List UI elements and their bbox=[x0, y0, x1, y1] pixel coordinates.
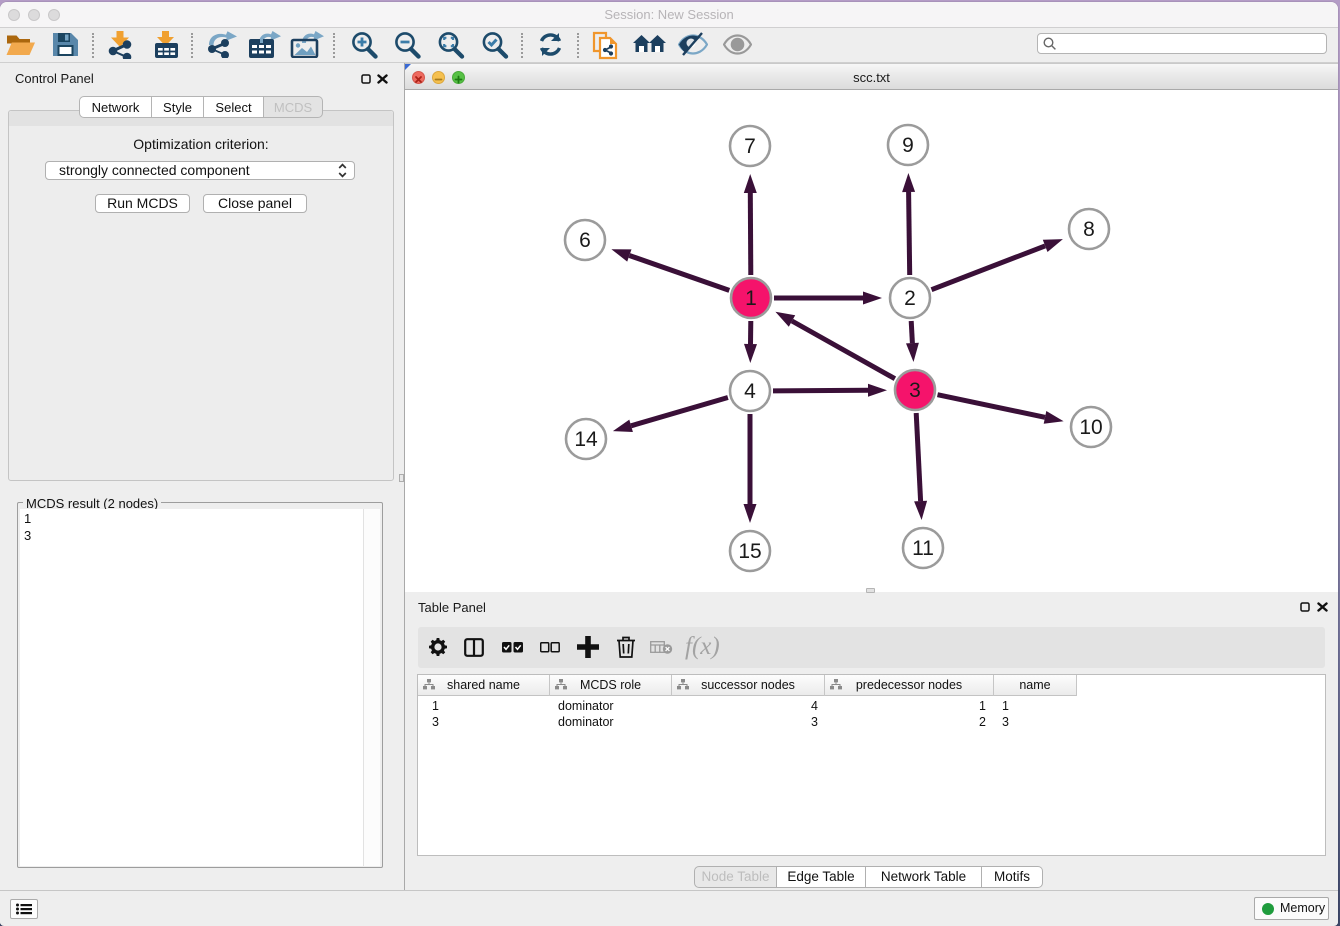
svg-text:4: 4 bbox=[744, 380, 756, 403]
svg-text:6: 6 bbox=[579, 229, 591, 252]
svg-text:2: 2 bbox=[904, 287, 916, 310]
svg-text:8: 8 bbox=[1083, 218, 1095, 241]
svg-text:7: 7 bbox=[744, 135, 756, 158]
svg-text:14: 14 bbox=[574, 428, 598, 451]
svg-text:1: 1 bbox=[745, 287, 757, 310]
svg-text:9: 9 bbox=[902, 134, 914, 157]
svg-text:15: 15 bbox=[738, 540, 761, 563]
svg-text:11: 11 bbox=[912, 537, 934, 560]
svg-text:3: 3 bbox=[909, 379, 921, 402]
svg-text:10: 10 bbox=[1079, 416, 1102, 439]
